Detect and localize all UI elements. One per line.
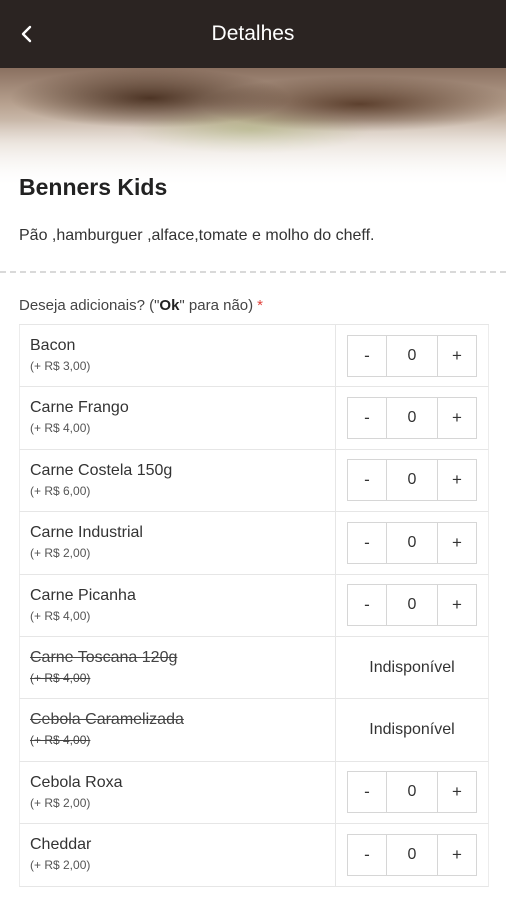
addon-price: (+ R$ 4,00) — [30, 421, 91, 436]
addon-info: Carne Industrial (+ R$ 2,00) — [20, 512, 336, 574]
addons-question: Deseja adicionais? ("Ok" para não) * — [19, 297, 263, 314]
addon-name: Carne Frango — [30, 399, 129, 417]
addon-name: Carne Industrial — [30, 524, 143, 542]
addon-name: Cebola Caramelizada — [30, 711, 184, 729]
quantity-stepper: -0 + — [347, 833, 477, 876]
addon-name: Cebola Roxa — [30, 773, 123, 791]
addon-row: Carne Industrial (+ R$ 2,00) -0 + — [19, 512, 489, 575]
addon-control: -0 + — [336, 450, 488, 511]
addon-info: Carne Frango (+ R$ 4,00) — [20, 387, 336, 449]
addon-row: Cheddar (+ R$ 2,00) -0 + — [19, 824, 489, 887]
addon-control: -0 + — [336, 762, 488, 823]
addons-question-suffix: " para não) — [179, 297, 254, 314]
addon-info: Cheddar (+ R$ 2,00) — [20, 824, 336, 886]
addons-list: Bacon (+ R$ 3,00) -0 + Carne Frango (+ R$ 4,0… — [19, 324, 489, 887]
decrement-button[interactable]: - — [348, 522, 386, 563]
addon-name: Carne Costela 150g — [30, 461, 173, 479]
addon-info: Carne Toscana 120g (+ R$ 4,00) — [20, 636, 336, 699]
increment-button[interactable]: + — [438, 460, 476, 501]
quantity-stepper: -0 + — [347, 459, 477, 502]
addon-price: (+ R$ 2,00) — [30, 546, 91, 561]
increment-button[interactable]: + — [438, 772, 476, 813]
addon-info: Carne Costela 150g (+ R$ 6,00) — [20, 449, 336, 512]
quantity-value: 0 — [386, 834, 438, 875]
decrement-button[interactable]: - — [348, 772, 386, 813]
quantity-value: 0 — [386, 585, 438, 626]
decrement-button[interactable]: - — [348, 585, 386, 626]
addon-name: Carne Toscana 120g — [30, 648, 178, 666]
quantity-value: 0 — [386, 772, 438, 813]
quantity-value: 0 — [386, 398, 438, 439]
addons-question-ok: Ok — [159, 297, 180, 314]
addon-price: (+ R$ 2,00) — [30, 858, 91, 873]
addon-info: Cebola Caramelizada (+ R$ 4,00) — [20, 699, 336, 761]
addon-row: Carne Frango (+ R$ 4,00) -0 + — [19, 387, 489, 450]
quantity-value: 0 — [386, 335, 438, 376]
addon-price: (+ R$ 4,00) — [30, 670, 91, 685]
decrement-button[interactable]: - — [348, 460, 386, 501]
quantity-stepper: -0 + — [347, 584, 477, 627]
addon-control: Indisponível — [336, 699, 488, 760]
increment-button[interactable]: + — [438, 834, 476, 875]
addon-row: Carne Costela 150g (+ R$ 6,00) -0 + — [19, 449, 489, 513]
product-hero-image — [0, 68, 506, 190]
addon-price: (+ R$ 6,00) — [30, 483, 91, 498]
addon-control: -0 + — [336, 325, 488, 386]
increment-button[interactable]: + — [438, 585, 476, 626]
addon-control: Indisponível — [336, 637, 488, 698]
addon-info: Carne Picanha (+ R$ 4,00) — [20, 574, 336, 636]
addon-row: Carne Toscana 120g (+ R$ 4,00) Indisponíve… — [19, 636, 489, 700]
addon-info: Cebola Roxa (+ R$ 2,00) — [20, 761, 336, 824]
decrement-button[interactable]: - — [348, 398, 386, 439]
quantity-value: 0 — [386, 522, 438, 563]
decrement-button[interactable]: - — [348, 335, 386, 376]
addon-control: -0 + — [336, 387, 488, 448]
addon-name: Bacon — [30, 337, 76, 354]
addon-control: -0 + — [336, 575, 488, 636]
increment-button[interactable]: + — [438, 522, 476, 563]
back-button[interactable] — [10, 17, 44, 51]
increment-button[interactable]: + — [438, 398, 476, 439]
page-title: Detalhes — [211, 22, 295, 45]
quantity-value: 0 — [386, 460, 438, 501]
addon-price: (+ R$ 3,00) — [30, 359, 91, 373]
addon-price: (+ R$ 4,00) — [30, 608, 91, 623]
quantity-stepper: -0 + — [347, 771, 477, 814]
addon-price: (+ R$ 4,00) — [30, 733, 91, 748]
addon-row: Bacon (+ R$ 3,00) -0 + — [19, 325, 489, 388]
addon-control: -0 + — [336, 512, 488, 573]
top-app-bar: Detalhes — [0, 0, 506, 68]
product-description: Pão ,hamburguer ,alface,tomate e molho d… — [19, 227, 375, 244]
addon-row: Cebola Caramelizada (+ R$ 4,00) Indisponív… — [19, 699, 489, 762]
chevron-left-icon — [21, 25, 32, 43]
addon-name: Carne Picanha — [30, 586, 136, 604]
unavailable-label: Indisponível — [369, 721, 455, 739]
addon-price: (+ R$ 2,00) — [30, 795, 91, 810]
addon-row: Cebola Roxa (+ R$ 2,00) -0 + — [19, 761, 489, 825]
addon-row: Carne Picanha (+ R$ 4,00) -0 + — [19, 574, 489, 637]
addons-question-prefix: Deseja adicionais? (" — [19, 297, 160, 314]
quantity-stepper: -0 + — [347, 521, 477, 564]
addon-name: Cheddar — [30, 836, 92, 854]
addon-info: Bacon (+ R$ 3,00) — [20, 325, 336, 387]
decrement-button[interactable]: - — [348, 834, 386, 875]
required-mark: * — [257, 297, 263, 314]
quantity-stepper: -0 + — [347, 334, 477, 377]
addon-control: -0 + — [336, 824, 488, 885]
product-name: Benners Kids — [19, 174, 168, 200]
increment-button[interactable]: + — [438, 335, 476, 376]
quantity-stepper: -0 + — [347, 397, 477, 440]
unavailable-label: Indisponível — [369, 658, 455, 676]
section-divider — [0, 271, 506, 273]
